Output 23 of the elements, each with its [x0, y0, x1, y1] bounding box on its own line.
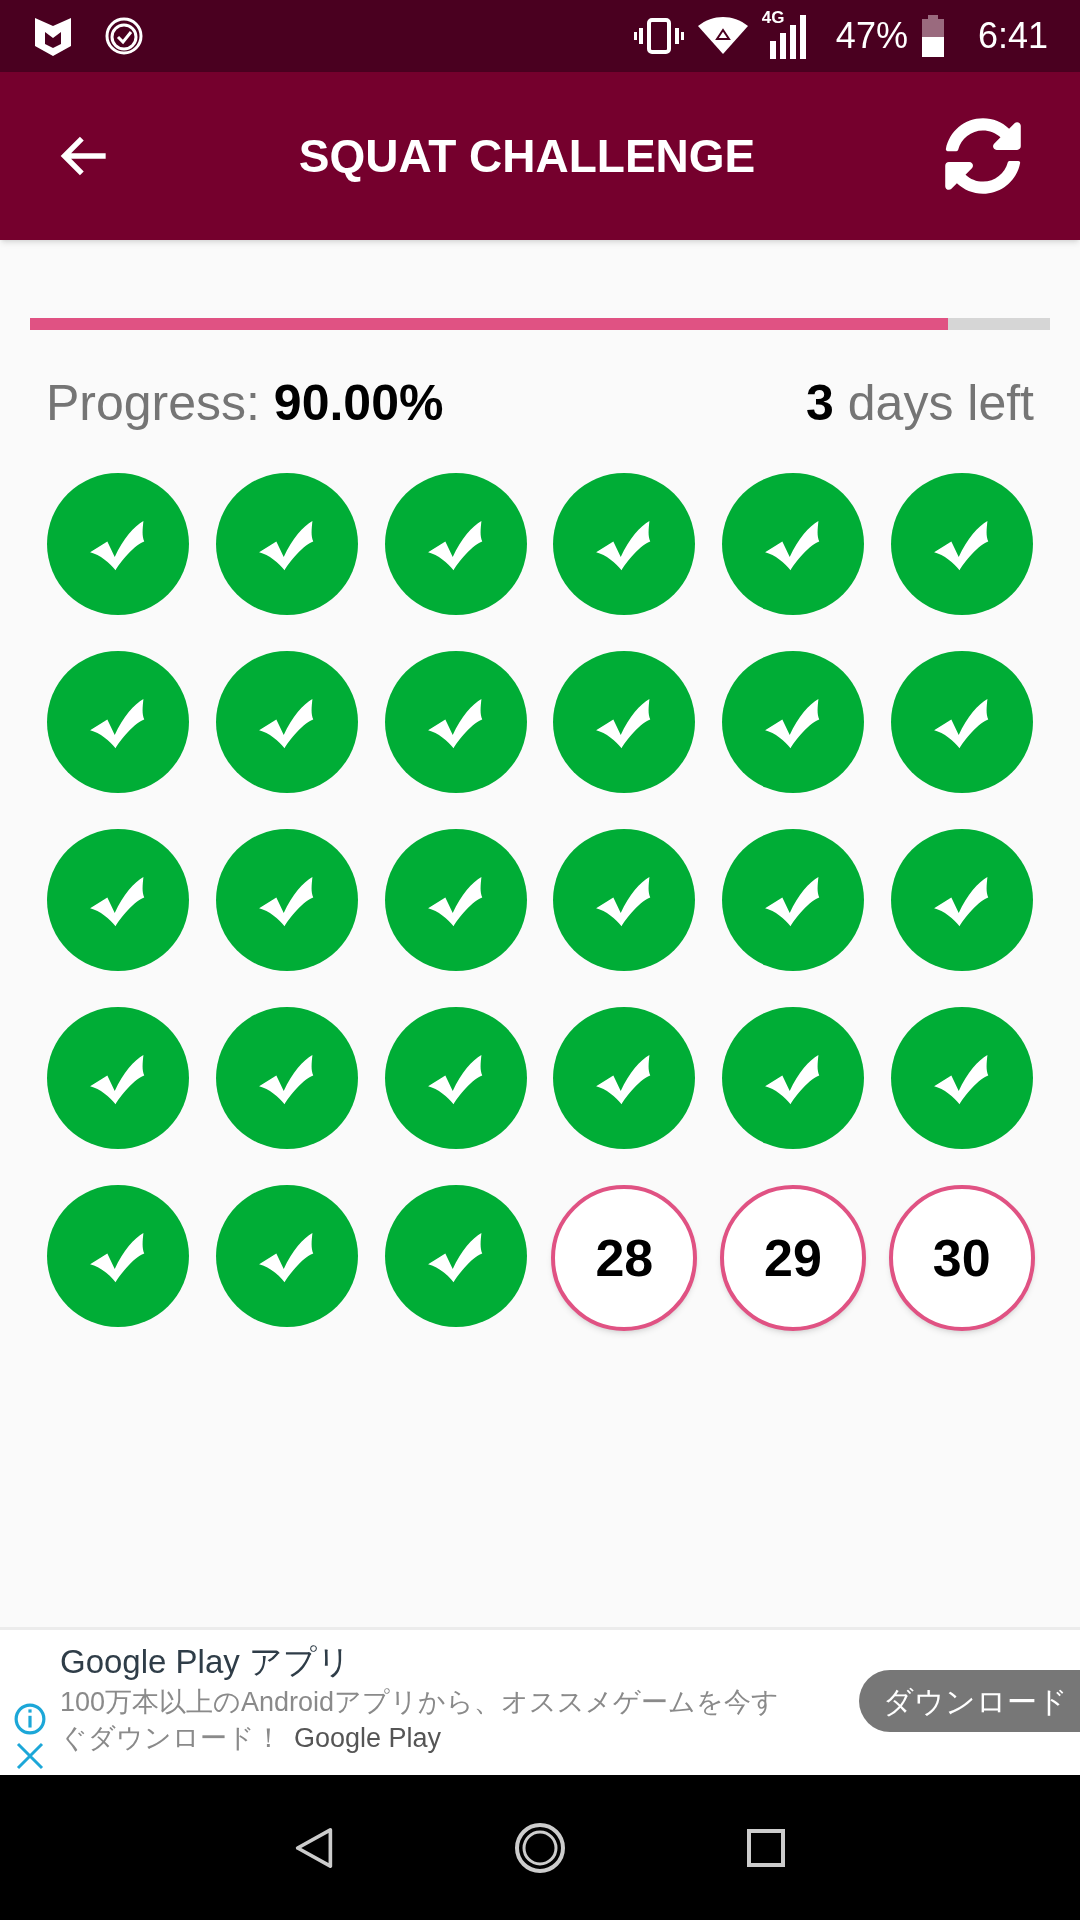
screen-title: SQUAT CHALLENGE — [297, 128, 757, 184]
refresh-icon[interactable] — [944, 117, 1022, 195]
network-type: 4G — [761, 9, 785, 26]
ad-description: 100万本以上のAndroidアプリから、オススメゲームを今す — [60, 1686, 780, 1719]
check-circle-icon — [104, 16, 144, 56]
day-button[interactable]: 29 — [720, 1185, 866, 1331]
day-button[interactable]: 28 — [551, 1185, 698, 1331]
ad-source: Google Play — [294, 1722, 442, 1755]
close-icon[interactable] — [15, 1741, 45, 1771]
battery-icon — [921, 15, 944, 57]
wifi-icon — [697, 16, 748, 56]
ad-description: ぐダウンロード！ — [60, 1722, 282, 1755]
days-left: 3 days left — [806, 374, 1034, 433]
recents-icon[interactable] — [746, 1827, 786, 1868]
progress-label: Progress: 90.00% — [46, 374, 444, 433]
home-icon[interactable] — [514, 1821, 566, 1874]
clock: 6:41 — [977, 14, 1048, 58]
info-icon[interactable] — [14, 1703, 46, 1735]
day-button[interactable]: 30 — [888, 1185, 1035, 1331]
battery-percentage: 47% — [835, 14, 908, 58]
download-button[interactable]: ダウンロード — [859, 1670, 1080, 1732]
vibrate-icon — [633, 16, 684, 56]
ad-title: Google Play アプリ — [60, 1642, 352, 1682]
